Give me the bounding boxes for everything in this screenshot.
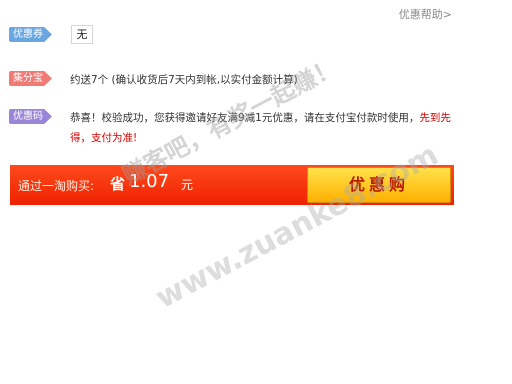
coupon-tag: 优惠券 [9, 27, 52, 42]
notice-separator: ， [80, 132, 92, 144]
save-label: 省 [110, 175, 126, 193]
buy-via-label: 通过一淘购买: [18, 179, 95, 193]
points-info-text: 约送7个 (确认收货后7天内到帐,以实付金额计算) [70, 74, 298, 86]
promo-code-message: 恭喜！校验成功，您获得邀请好友满9减1元优惠，请在支付宝付款时使用，先到先得，支… [70, 108, 462, 148]
discount-buy-button[interactable]: 优惠购 [307, 167, 451, 203]
coupon-value-box: 无 [71, 25, 93, 44]
coupon-help-link[interactable]: 优惠帮助> [399, 6, 452, 22]
payment-basis-notice: 支付为准! [91, 132, 138, 144]
save-amount: 1.07 [129, 171, 170, 192]
purchase-bar: 通过一淘购买: 省 1.07 元 优惠购 [10, 165, 454, 205]
points-tag: 集分宝 [9, 71, 52, 86]
save-unit: 元 [181, 178, 194, 192]
promo-code-tag: 优惠码 [9, 109, 52, 124]
promo-code-message-text: 恭喜！校验成功，您获得邀请好友满9减1元优惠，请在支付宝付款时使用， [70, 112, 420, 124]
